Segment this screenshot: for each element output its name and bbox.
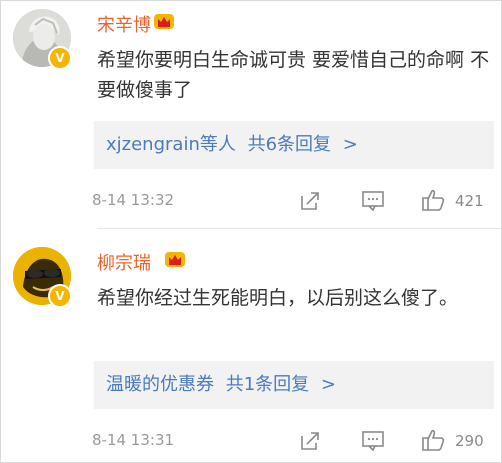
username[interactable]: 柳宗瑞 [97, 249, 151, 275]
like-count: 421 [455, 192, 484, 210]
share-icon[interactable] [299, 190, 321, 212]
verified-badge-icon: V [48, 284, 72, 308]
chevron-right-icon: > [342, 134, 358, 155]
reply-count[interactable]: 共1条回复 [226, 374, 309, 395]
comment-text: 希望你经过生死能明白，以后别这么傻了。 [97, 287, 459, 309]
reply-users[interactable]: 温暖的优惠券 [106, 374, 214, 395]
reply-summary[interactable]: xjzengrain等人 共6条回复 > [94, 121, 494, 169]
crown-icon [154, 14, 174, 29]
comment-list: V 宋辛博 希望你要明白生命诚可贵 要爱惜自己的命啊 不要做傻事了 xjzeng… [0, 0, 502, 463]
comment-icon[interactable] [361, 430, 385, 452]
reply-users[interactable]: xjzengrain等人 [106, 134, 236, 155]
thumbs-up-icon[interactable] [420, 427, 446, 453]
share-icon[interactable] [299, 430, 321, 452]
comment-time: 8-14 13:32 [92, 191, 175, 209]
reply-summary[interactable]: 温暖的优惠券 共1条回复 > [94, 361, 494, 409]
reply-count[interactable]: 共6条回复 [248, 134, 331, 155]
comment-time: 8-14 13:31 [92, 431, 175, 449]
crown-icon [165, 252, 185, 267]
username[interactable]: 宋辛博 [97, 11, 151, 37]
comment-icon[interactable] [361, 190, 385, 212]
chevron-right-icon: > [320, 374, 337, 395]
verified-badge-icon: V [48, 46, 72, 70]
divider [97, 228, 501, 229]
thumbs-up-icon[interactable] [420, 187, 446, 213]
like-count: 290 [455, 432, 484, 450]
comment-text: 希望你要明白生命诚可贵 要爱惜自己的命啊 不要做傻事了 [97, 49, 490, 101]
